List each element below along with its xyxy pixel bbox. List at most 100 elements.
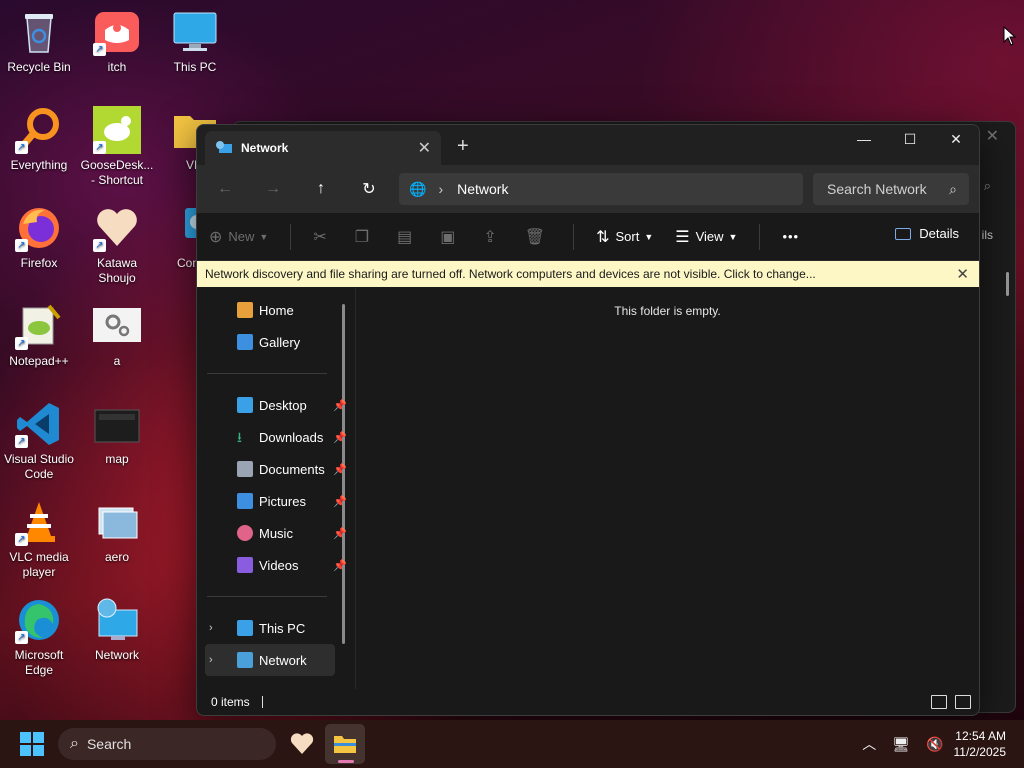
sidebar-item-desktop[interactable]: Desktop 📌 [205, 389, 347, 421]
paste-button[interactable]: ▤ [397, 227, 418, 247]
desktop-icon-vlc[interactable]: ↗ VLC media player [0, 498, 78, 580]
shortcut-arrow-icon: ↗ [93, 239, 106, 252]
desktop-icon-everything[interactable]: ↗ Everything [0, 106, 78, 173]
desktop-icon-goosedesktop[interactable]: ↗ GooseDesk... - Shortcut [78, 106, 156, 188]
taskbar-app-katawa-shoujo[interactable] [282, 724, 322, 764]
desktop-icon-map[interactable]: map [78, 400, 156, 467]
desktop-icon-label: Firefox [20, 256, 58, 270]
details-view-icon[interactable] [931, 695, 947, 709]
explorer-window[interactable]: Network ✕ + — ☐ ✕ ← → ↑ ↻ 🌐 › Network Se… [196, 124, 980, 716]
file-list-area[interactable]: This folder is empty. [355, 288, 979, 689]
search-placeholder: Search Network [827, 181, 927, 197]
empty-folder-message: This folder is empty. [614, 304, 721, 318]
sidebar-item-this-pc[interactable]: › This PC [205, 612, 335, 644]
status-bar: 0 items [197, 689, 979, 715]
new-tab-button[interactable]: + [457, 135, 469, 158]
desktop-icon-label: Recycle Bin [7, 60, 71, 74]
magnifier-icon: ↗ [15, 106, 63, 154]
desktop-icon-firefox[interactable]: ↗ Firefox [0, 204, 78, 271]
chevron-up-icon[interactable]: ︿ [862, 734, 876, 754]
start-button[interactable] [20, 732, 44, 756]
plus-circle-icon: ⊕ [209, 228, 223, 246]
sidebar-item-label: Videos [259, 557, 299, 573]
background-details-text: ils [981, 228, 993, 242]
desktop-icon-notepadpp[interactable]: ↗ Notepad++ [0, 302, 78, 369]
title-bar[interactable]: Network ✕ + — ☐ ✕ [197, 125, 979, 165]
taskbar: ⌕ Search ︿ 🖥 🔇 12:54 AM 11/2/2025 [0, 720, 1024, 768]
desktop-icon-label: map [105, 452, 129, 466]
minimize-button[interactable]: — [841, 125, 887, 153]
up-button[interactable]: ↑ [303, 174, 339, 204]
taskbar-app-file-explorer[interactable] [325, 724, 365, 764]
sidebar-item-pictures[interactable]: Pictures 📌 [205, 485, 347, 517]
chevron-right-icon[interactable]: › [209, 622, 213, 634]
desktop-icon-aero[interactable]: aero [78, 498, 156, 565]
desktop-icon-edge[interactable]: ↗ Microsoft Edge [0, 596, 78, 678]
rename-button[interactable]: ▣ [440, 227, 461, 247]
back-button[interactable]: ← [207, 174, 243, 204]
refresh-button[interactable]: ↻ [351, 174, 387, 204]
sidebar-item-downloads[interactable]: ⭳ Downloads 📌 [205, 421, 347, 453]
infobar-text[interactable]: Network discovery and file sharing are t… [205, 267, 816, 281]
network-discovery-infobar[interactable]: Network discovery and file sharing are t… [197, 261, 979, 287]
desktop-icon-katawa-shoujo[interactable]: ↗ Katawa Shoujo [78, 204, 156, 286]
forward-button[interactable]: → [255, 174, 291, 204]
desktop-icon-vscode[interactable]: ↗ Visual Studio Code [0, 400, 78, 482]
close-icon[interactable]: ✕ [956, 265, 969, 283]
copy-button[interactable]: ❐ [355, 227, 375, 247]
new-label: New [228, 229, 255, 244]
monitor-icon [171, 8, 219, 56]
desktop-icon-label: a [113, 354, 121, 368]
details-button[interactable]: Details [895, 226, 959, 241]
clock[interactable]: 12:54 AM 11/2/2025 [954, 728, 1007, 760]
explorer-body: Home Gallery Desktop 📌 ⭳ Downloads 📌 Doc… [197, 288, 979, 689]
volume-muted-icon[interactable]: 🔇 [926, 736, 943, 753]
close-icon[interactable]: ✕ [418, 138, 431, 158]
more-options-button[interactable]: ••• [782, 229, 799, 244]
address-bar[interactable]: 🌐 › Network [399, 173, 803, 205]
sidebar-item-label: Pictures [259, 493, 306, 509]
pin-icon: 📌 [333, 559, 347, 572]
recycle-bin-icon [15, 8, 63, 56]
address-path[interactable]: Network [457, 181, 508, 197]
delete-button[interactable]: 🗑 [525, 227, 551, 247]
view-button[interactable]: ☰ View ▼ [675, 227, 737, 247]
paste-icon: ▤ [397, 228, 413, 246]
clock-date: 11/2/2025 [953, 745, 1007, 759]
network-icon [215, 140, 233, 156]
tab-network[interactable]: Network ✕ [205, 131, 441, 165]
edge-icon: ↗ [15, 596, 63, 644]
tiles-view-icon[interactable] [955, 695, 971, 709]
taskbar-search[interactable]: ⌕ Search [58, 728, 276, 760]
mouse-cursor-icon [1003, 26, 1017, 46]
maximize-button[interactable]: ☐ [887, 125, 933, 153]
cut-button[interactable]: ✂ [313, 227, 332, 247]
search-input[interactable]: Search Network ⌕ [813, 173, 969, 205]
close-icon[interactable]: ✕ [986, 126, 999, 146]
pin-icon: 📌 [333, 527, 347, 540]
sidebar-item-gallery[interactable]: Gallery [205, 326, 335, 358]
chevron-right-icon[interactable]: › [209, 654, 213, 666]
desktop-icon-this-pc[interactable]: This PC [156, 8, 234, 75]
close-button[interactable]: ✕ [933, 125, 979, 153]
scrollbar[interactable] [1006, 272, 1009, 296]
desktop-icon-network[interactable]: Network [78, 596, 156, 663]
sort-button[interactable]: ⇅ Sort ▼ [596, 227, 653, 247]
new-button[interactable]: ⊕ New ▼ [209, 227, 268, 247]
sidebar-item-network[interactable]: › Network [205, 644, 335, 676]
sidebar-item-label: Gallery [259, 334, 301, 350]
desktop-icon-recycle-bin[interactable]: Recycle Bin [0, 8, 78, 75]
divider [573, 223, 575, 250]
network-status-icon[interactable]: 🖥 [892, 736, 910, 753]
desktop-icon-itch[interactable]: ↗ itch [78, 8, 156, 75]
sidebar-item-music[interactable]: Music 📌 [205, 517, 347, 549]
sidebar-item-home[interactable]: Home [205, 294, 335, 326]
goose-icon: ↗ [93, 106, 141, 154]
sidebar-item-documents[interactable]: Documents 📌 [205, 453, 347, 485]
sidebar-item-videos[interactable]: Videos 📌 [205, 549, 347, 581]
video-icon [237, 557, 253, 573]
share-icon: ⇪ [483, 228, 497, 246]
windows-logo-icon [33, 732, 44, 743]
desktop-icon-a[interactable]: a [78, 302, 156, 369]
share-button[interactable]: ⇪ [483, 227, 502, 247]
